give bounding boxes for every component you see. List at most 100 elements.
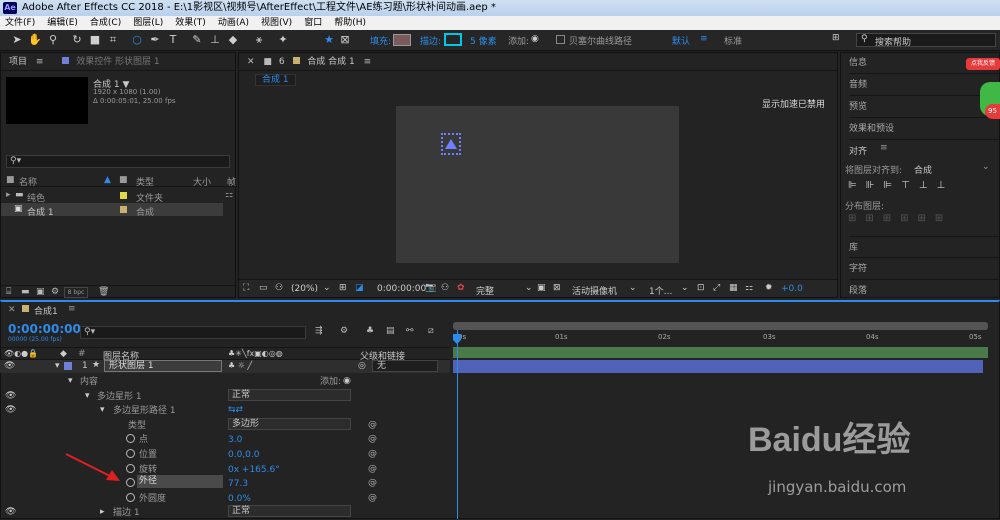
show-snapshot-icon[interactable]: ⚇ — [441, 283, 449, 293]
feedback-count-icon[interactable]: 95 — [985, 104, 1000, 119]
path-direction-icon[interactable]: ⇆⇄ — [228, 403, 243, 417]
fill-swatch[interactable] — [393, 34, 411, 46]
dropdown-arrow-icon[interactable]: ⌄ — [982, 162, 990, 172]
transparency-grid-icon[interactable]: ⊠ — [553, 283, 561, 293]
add-circle-icon[interactable]: ◉ — [531, 34, 539, 44]
shape-layer-selection[interactable] — [441, 133, 461, 155]
expand-arrow-icon[interactable]: ▾ — [68, 374, 73, 388]
visibility-eye-icon[interactable]: 👁 — [5, 389, 16, 403]
expand-arrow-icon[interactable]: ▸ — [6, 190, 11, 200]
visibility-eye-icon[interactable]: 👁 — [5, 403, 16, 417]
new-comp-icon[interactable]: ▣ — [36, 287, 45, 297]
toggle-pixel-icon[interactable]: ⊡ — [697, 283, 705, 293]
tab-timeline-comp[interactable]: 合成1 — [34, 304, 58, 317]
stopwatch-icon[interactable] — [126, 463, 135, 473]
expand-arrow-icon[interactable]: ▾ — [55, 361, 60, 371]
pen-tool-icon[interactable]: ✒ — [148, 33, 162, 47]
screen-icon[interactable]: ▭ — [259, 283, 268, 293]
property-row-outer-roundness[interactable]: 外圆度 0.0% @ — [0, 490, 450, 505]
clone-tool-icon[interactable]: ⊥ — [208, 33, 222, 47]
timeline-search-input[interactable]: ⚲▾ — [80, 326, 306, 339]
dropdown-arrow-icon[interactable]: ⌄ — [525, 283, 533, 293]
tab-effects-controls[interactable]: 效果控件 形状图层 1 — [76, 57, 159, 67]
dropdown-arrow-icon[interactable]: ⌄ — [323, 283, 331, 293]
expression-pickwhip-icon[interactable]: @ — [368, 476, 377, 490]
fast-previews-icon[interactable]: ⤢ — [713, 283, 720, 293]
menu-view[interactable]: 视图(V) — [261, 16, 292, 30]
roi-icon[interactable]: ▣ — [537, 283, 546, 293]
stopwatch-icon[interactable] — [126, 478, 135, 488]
workspace-icon[interactable]: ⊞ — [832, 33, 840, 43]
search-help-box[interactable]: ⚲ 搜索帮助 — [856, 33, 996, 48]
panel-library[interactable]: 库 — [849, 236, 999, 258]
distribute-buttons[interactable]: ⊞⊞⊞⊞⊞⊞ — [848, 213, 988, 225]
panel-effects-presets[interactable]: 效果和预设 — [849, 118, 999, 140]
panel-character[interactable]: 字符 — [849, 258, 999, 280]
property-row-points[interactable]: 点 3.0 @ — [0, 431, 450, 446]
align-buttons[interactable]: ⊫⊪⊫⊤⊥⊥ — [848, 180, 988, 192]
layer-name[interactable]: 形状图层 1 — [104, 360, 222, 372]
close-icon[interactable]: ✕ — [247, 57, 255, 67]
zoom-dropdown[interactable]: (20%) — [291, 284, 318, 294]
work-area-scrollbar[interactable] — [453, 322, 988, 330]
col-size[interactable]: 大小 — [193, 175, 211, 188]
expression-pickwhip-icon[interactable]: @ — [368, 432, 377, 446]
pick-whip-icon[interactable]: ◎ — [358, 361, 366, 371]
snap-icon[interactable]: ⊠ — [338, 33, 352, 47]
type-tool-icon[interactable]: T — [166, 33, 180, 47]
project-item-folder[interactable]: ▸ ▬ 纯色 文件夹 ⚏ — [1, 189, 237, 204]
trash-icon[interactable]: 🗑 — [98, 287, 109, 297]
layer-row[interactable]: 👁 ▾ 1 ★ 形状图层 1 ♣ ☼ ╱ ◎ 无 — [0, 360, 450, 373]
polystar-type-dropdown[interactable]: 多边形 — [228, 417, 351, 430]
ellipse-tool-icon[interactable]: ○ — [130, 33, 144, 47]
bit-depth-button[interactable]: 8 bpc — [64, 287, 88, 298]
property-row-contents[interactable]: ▾ 内容 添加: ◉ — [0, 373, 450, 388]
views-dropdown[interactable]: 1个... — [649, 284, 672, 297]
visibility-eye-icon[interactable]: 👁 — [5, 505, 16, 519]
lock-icon[interactable]: ■ — [263, 57, 272, 67]
blend-mode-dropdown[interactable]: 正常 — [228, 388, 351, 401]
expand-arrow-icon[interactable]: ▾ — [100, 403, 105, 417]
workspace-standard[interactable]: 标准 — [724, 34, 742, 47]
exposure-icon[interactable]: ✹ — [765, 283, 773, 293]
col-name[interactable]: 名称 — [19, 175, 37, 188]
panel-menu-icon[interactable]: ≡ — [68, 304, 76, 314]
expand-arrow-icon[interactable]: ▾ — [85, 389, 90, 403]
interpret-footage-icon[interactable]: ⌸ — [6, 287, 11, 297]
workspace-default[interactable]: 默认 — [672, 34, 690, 47]
project-item-comp[interactable]: ▣ 合成 1 合成 — [1, 203, 223, 218]
selection-tool-icon[interactable]: ➤ — [10, 33, 24, 47]
roto-brush-icon[interactable]: ⚹ — [252, 33, 266, 47]
menu-animation[interactable]: 动画(A) — [218, 16, 249, 30]
dropdown-arrow-icon[interactable]: ⌄ — [681, 283, 689, 293]
work-area-bar[interactable] — [453, 347, 988, 358]
close-icon[interactable]: ✕ — [8, 305, 16, 315]
expression-pickwhip-icon[interactable]: @ — [368, 447, 377, 461]
snapshot-icon[interactable]: 📷 — [425, 283, 436, 293]
graph-editor-icon[interactable]: ⧄ — [428, 326, 434, 336]
camera-tool-icon[interactable]: ■ — [88, 33, 102, 47]
timeline-icon[interactable]: ▦ — [729, 283, 738, 293]
shy-icon[interactable]: ♣ — [366, 326, 374, 336]
expression-pickwhip-icon[interactable]: @ — [368, 462, 377, 476]
panel-menu-icon[interactable]: ≡ — [364, 57, 372, 67]
comp-canvas[interactable] — [396, 106, 679, 263]
stroke-width[interactable]: 5 像素 — [470, 34, 497, 47]
puppet-tool-icon[interactable]: ✦ — [276, 33, 290, 47]
property-row-type[interactable]: 类型 多边形 @ — [0, 417, 450, 432]
col-frame[interactable]: 帧 — [227, 175, 236, 188]
blend-mode-dropdown[interactable]: 正常 — [228, 505, 351, 518]
dropdown-arrow-icon[interactable]: ⌄ — [629, 283, 637, 293]
region-icon[interactable]: ◪ — [355, 283, 364, 293]
expression-pickwhip-icon[interactable]: @ — [368, 418, 377, 432]
menu-file[interactable]: 文件(F) — [5, 16, 35, 30]
draft-3d-icon[interactable]: ⚙ — [340, 326, 348, 336]
panel-paragraph[interactable]: 段落 — [849, 280, 999, 298]
bezier-checkbox[interactable] — [556, 35, 565, 44]
stroke-swatch[interactable] — [444, 33, 462, 46]
tab-project[interactable]: 项目 — [9, 57, 27, 67]
property-row-stroke[interactable]: 👁 ▸ 描边 1 正常 — [0, 504, 450, 519]
layer-label-swatch[interactable] — [64, 362, 72, 370]
comp-flowchart-icon[interactable]: ⇶ — [315, 326, 323, 336]
menu-help[interactable]: 帮助(H) — [334, 16, 366, 30]
